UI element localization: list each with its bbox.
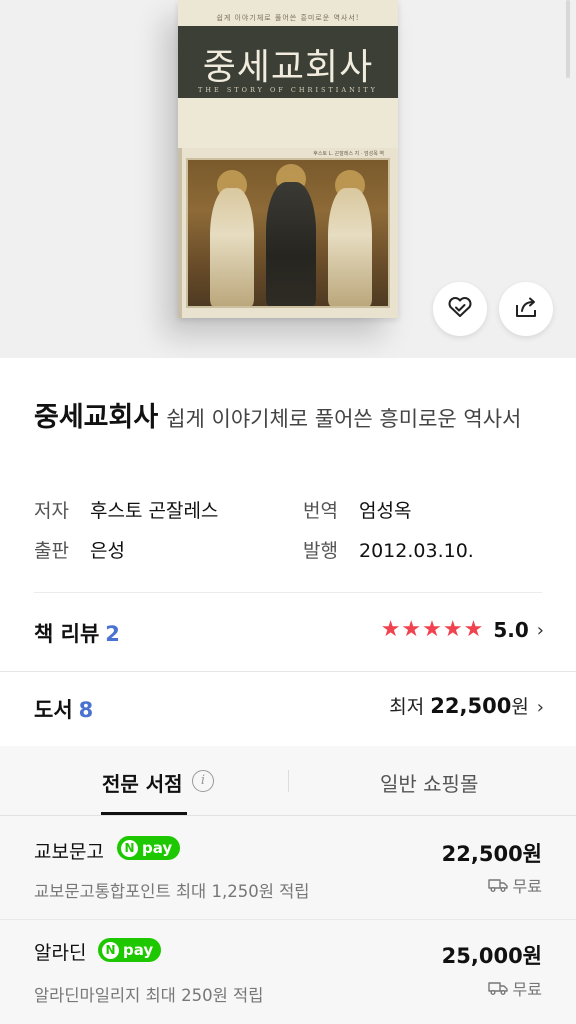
star-icon: ★ [463, 617, 484, 642]
npay-label: pay [142, 839, 173, 857]
store-price[interactable]: 22,500원 [442, 838, 542, 868]
chevron-right-icon: › [536, 697, 544, 718]
store-name-aladin[interactable]: 알라딘 [34, 938, 86, 965]
translator-label: 번역 [303, 500, 338, 522]
share-icon [513, 295, 539, 323]
chevron-right-icon: › [536, 619, 544, 641]
books-label: 도서 [34, 698, 73, 722]
star-rating: ★ ★ ★ ★ ★ [380, 617, 484, 643]
books-count: 8 [78, 698, 94, 722]
tab-baseline [0, 815, 576, 816]
shipping-label: 무료 [512, 980, 542, 999]
truck-icon [487, 982, 508, 995]
publisher-label: 출판 [34, 540, 69, 562]
store-price[interactable]: 25,000원 [442, 940, 542, 970]
book-image-area: 쉽게 이야기체로 풀어쓴 흥미로운 역사서! 중세교회사 THE STORY O… [0, 0, 576, 358]
npay-badge: Npay [117, 836, 181, 860]
book-subtitle: 쉽게 이야기체로 풀어쓴 흥미로운 역사서 [166, 407, 522, 431]
tab-general-shopping[interactable]: 일반 쇼핑몰 [380, 768, 478, 797]
cover-mosaic-art [186, 158, 390, 308]
author-value[interactable]: 후스토 곤잘레스 [90, 500, 218, 522]
currency-label: 원 [511, 696, 529, 718]
heart-check-icon [447, 295, 473, 323]
cover-subtitle: 쉽게 이야기체로 풀어쓴 흥미로운 역사서! [216, 14, 360, 22]
date-value: 2012.03.10. [359, 540, 474, 562]
review-count: 2 [105, 622, 120, 646]
store-divider [0, 919, 576, 920]
cover-english-title: THE STORY OF CHRISTIANITY [198, 86, 378, 94]
date-row: 발행 2012.03.10. [303, 536, 474, 563]
npay-badge: Npay [98, 938, 162, 962]
section-divider [0, 671, 576, 672]
naver-n-icon: N [102, 941, 119, 959]
cover-middle [178, 98, 398, 148]
naver-n-icon: N [121, 839, 138, 857]
info-icon[interactable]: i [192, 770, 214, 792]
cover-author: 후스토 L. 곤잘레스 지 · 엄성옥 역 [313, 151, 384, 157]
publisher-value[interactable]: 은성 [90, 540, 125, 562]
scroll-indicator [566, 0, 570, 78]
store-point: 알라딘마일리지 최대 250원 적립 [34, 986, 264, 1005]
book-title: 중세교회사 [34, 402, 159, 433]
author-label: 저자 [34, 500, 69, 522]
shipping-info: 무료 [487, 976, 542, 1000]
tab-active-indicator [101, 812, 187, 815]
christ-figure [266, 182, 316, 306]
divider [34, 592, 542, 593]
like-button[interactable] [433, 282, 487, 336]
npay-label: pay [123, 941, 154, 959]
truck-icon [487, 879, 508, 892]
star-icon: ★ [401, 617, 422, 642]
star-icon: ★ [380, 617, 401, 642]
review-label: 책 리뷰 [34, 622, 100, 646]
store-point: 교보문고통합포인트 최대 1,250원 적립 [34, 882, 310, 901]
review-rating[interactable]: ★ ★ ★ ★ ★ 5.0 › [380, 617, 544, 643]
shipping-info: 무료 [487, 873, 542, 897]
angel-left [210, 188, 254, 306]
tab-separator [288, 770, 289, 792]
shipping-label: 무료 [512, 877, 542, 896]
book-cover[interactable]: 쉽게 이야기체로 풀어쓴 흥미로운 역사서! 중세교회사 THE STORY O… [178, 0, 398, 318]
lowest-price-value: 22,500 [430, 694, 512, 718]
store-name-kyobo[interactable]: 교보문고 [34, 837, 104, 864]
cover-title: 중세교회사 [202, 47, 374, 88]
star-icon: ★ [442, 617, 463, 642]
author-row: 저자 후스토 곤잘레스 [34, 496, 218, 523]
share-button[interactable] [499, 282, 553, 336]
lowest-price[interactable]: 최저 22,500 원 › [389, 692, 544, 719]
publisher-row: 출판 은성 [34, 536, 125, 563]
books-row[interactable]: 도서 8 [34, 694, 93, 724]
translator-value[interactable]: 엄성옥 [359, 500, 411, 522]
review-row[interactable]: 책 리뷰 2 [34, 618, 120, 648]
book-title-block: 중세교회사 쉽게 이야기체로 풀어쓴 흥미로운 역사서 [34, 396, 548, 442]
lowest-label: 최저 [389, 696, 425, 718]
rating-value: 5.0 [493, 618, 529, 642]
date-label: 발행 [303, 540, 338, 562]
angel-right [328, 188, 372, 306]
star-icon: ★ [422, 617, 442, 642]
tab-specialty-bookstores[interactable]: 전문 서점 [102, 768, 183, 797]
translator-row: 번역 엄성옥 [303, 496, 411, 523]
